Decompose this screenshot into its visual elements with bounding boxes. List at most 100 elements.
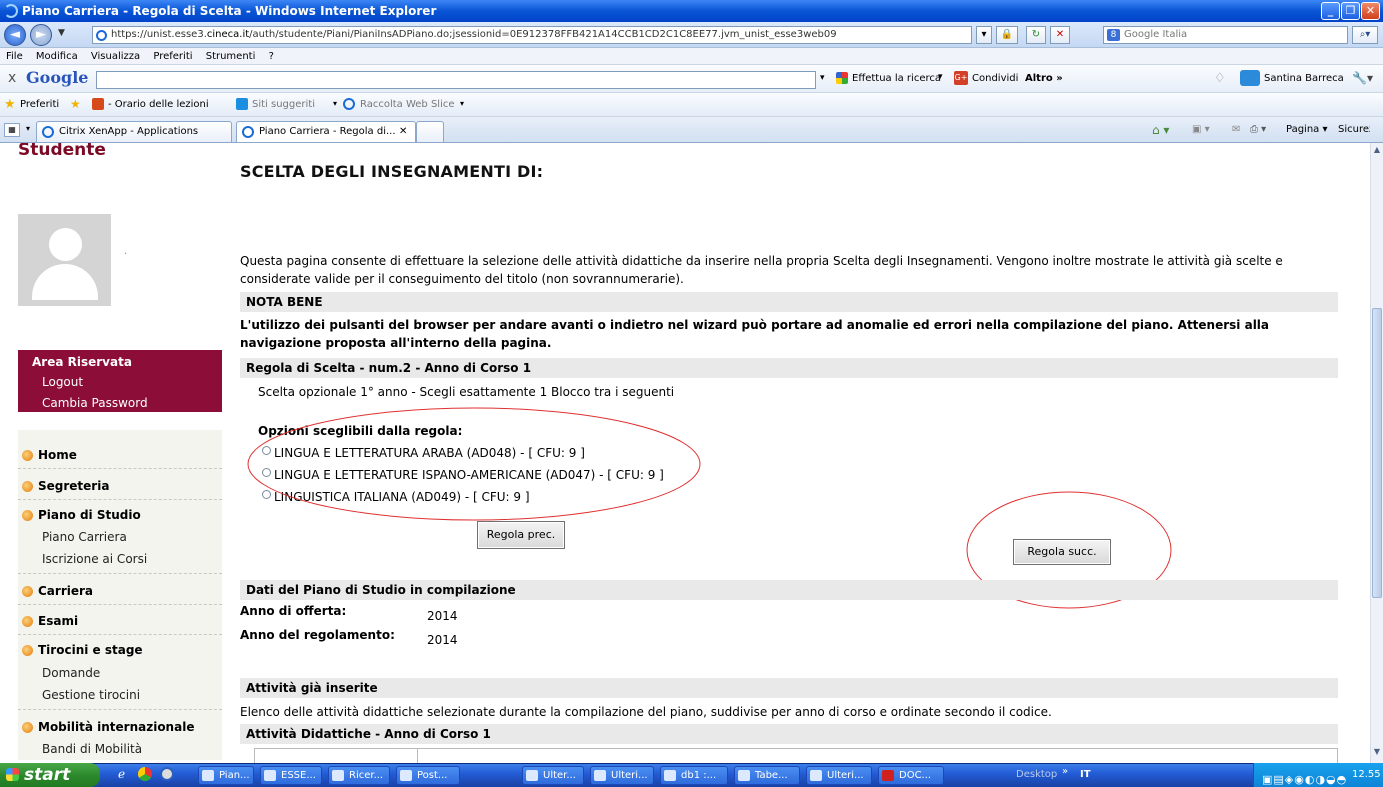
bell-icon[interactable]: ♢ <box>1214 71 1226 86</box>
nav-esami[interactable]: Esami <box>18 614 78 628</box>
logout-link[interactable]: Logout <box>42 375 83 389</box>
favorite-siti-suggeriti[interactable]: Siti suggeriti <box>252 99 315 110</box>
menu-strumenti[interactable]: Strumenti <box>206 51 256 62</box>
close-button[interactable]: ✕ <box>1361 2 1380 20</box>
favorites-button[interactable]: Preferiti <box>20 99 59 110</box>
taskbar-item-ulteriori-3[interactable]: Ulteri... <box>806 766 872 785</box>
share-button[interactable]: Condividi <box>972 73 1018 84</box>
nav-iscrizione-corsi[interactable]: Iscrizione ai Corsi <box>42 552 147 566</box>
taskbar-item-piano[interactable]: Pian... <box>198 766 254 785</box>
nav-home[interactable]: Home <box>18 448 77 462</box>
google-search-input[interactable] <box>96 71 816 89</box>
page-menu[interactable]: Pagina ▾ <box>1286 121 1328 139</box>
nav-carriera[interactable]: Carriera <box>18 584 93 598</box>
security-menu[interactable]: Sicurezza ▾ <box>1338 121 1370 139</box>
search-web-dropdown-icon[interactable]: ▾ <box>938 72 943 82</box>
word-icon <box>810 770 822 781</box>
menu-preferiti[interactable]: Preferiti <box>153 51 192 62</box>
scroll-thumb[interactable] <box>1372 308 1382 598</box>
quick-launch-ie-icon[interactable]: ℯ <box>118 767 125 781</box>
web-slice-dropdown-icon[interactable]: ▾ <box>460 99 464 108</box>
ie-page-icon <box>242 126 254 138</box>
toolbar-expand-icon[interactable]: » <box>1062 766 1068 777</box>
forward-button[interactable]: ► <box>30 24 52 46</box>
maximize-button[interactable]: ❐ <box>1341 2 1360 20</box>
tab-piano-carriera[interactable]: Piano Carriera - Regola di... ✕ <box>236 121 416 142</box>
taskbar-item-ulteriori-2[interactable]: Ulteri... <box>590 766 654 785</box>
start-button[interactable]: start <box>0 763 100 787</box>
address-input[interactable]: https://unist.esse3.cineca.it/auth/stude… <box>92 26 972 44</box>
minimize-button[interactable]: _ <box>1321 2 1340 20</box>
print-icon[interactable]: ⎙ ▾ <box>1250 121 1266 139</box>
close-tab-icon[interactable]: ✕ <box>399 122 407 142</box>
prev-rule-button[interactable]: Regola prec. <box>477 521 565 549</box>
menu-file[interactable]: File <box>6 51 23 62</box>
user-name[interactable]: Santina Barreca <box>1264 73 1344 84</box>
search-dropdown-icon[interactable]: ▾ <box>820 73 825 83</box>
nav-gestione-tirocini[interactable]: Gestione tirocini <box>42 688 140 702</box>
feeds-icon[interactable]: ▣ ▾ <box>1192 121 1210 139</box>
stop-icon[interactable]: ✕ <box>1050 26 1070 44</box>
menu-visualizza[interactable]: Visualizza <box>91 51 140 62</box>
magnifier-icon[interactable]: ⌕▾ <box>1352 26 1378 44</box>
page-title: SCELTA DEGLI INSEGNAMENTI DI: <box>240 162 544 181</box>
taskbar-item-label: Pian... <box>219 770 250 781</box>
scroll-up-icon[interactable]: ▲ <box>1372 145 1382 157</box>
taskbar-item-ricerca[interactable]: Ricer... <box>328 766 390 785</box>
taskbar-item-tabelle[interactable]: Tabe... <box>734 766 800 785</box>
taskbar-item-posta[interactable]: Post... <box>396 766 460 785</box>
add-favorite-icon[interactable]: ★ <box>70 97 81 111</box>
address-dropdown-button[interactable]: ▾ <box>976 26 992 44</box>
vertical-scrollbar[interactable]: ▲ ▼ <box>1370 143 1383 763</box>
nav-piano-di-studio[interactable]: Piano di Studio <box>18 508 141 522</box>
refresh-icon[interactable]: ↻ <box>1026 26 1046 44</box>
change-password-link[interactable]: Cambia Password <box>42 396 148 410</box>
toolbar-close-button[interactable]: x <box>8 70 16 86</box>
desktop-toolbar[interactable]: Desktop <box>1016 769 1057 780</box>
taskbar-item-label: DOC... <box>899 770 932 781</box>
more-button[interactable]: Altro » <box>1025 73 1063 84</box>
ie-logo-icon <box>4 4 18 18</box>
start-label: start <box>24 765 71 785</box>
favorite-web-slice[interactable]: Raccolta Web Slice <box>360 99 455 110</box>
quick-launch-chrome-icon[interactable] <box>138 767 152 781</box>
search-input[interactable]: 8 Google Italia <box>1103 26 1348 44</box>
taskbar-item-doc[interactable]: DOC... <box>878 766 944 785</box>
taskbar-item-db1[interactable]: db1 :... <box>660 766 728 785</box>
google-search-button-icon <box>836 72 848 84</box>
new-tab-button[interactable] <box>416 121 444 142</box>
quick-tabs-icon[interactable]: ▦ <box>4 123 20 137</box>
nav-piano-carriera[interactable]: Piano Carriera <box>42 530 127 544</box>
tab-citrix[interactable]: Citrix XenApp - Applications <box>36 121 232 142</box>
nav-segreteria[interactable]: Segreteria <box>18 479 109 493</box>
lock-icon[interactable]: 🔒 <box>996 26 1018 44</box>
menu-modifica[interactable]: Modifica <box>36 51 78 62</box>
quick-launch-firefox-icon[interactable] <box>160 767 174 781</box>
database-icon <box>664 770 676 781</box>
taskbar-item-esse3[interactable]: ESSE... <box>260 766 322 785</box>
tray-icons[interactable]: ▣▤◈◉◐◑◒◓ <box>1262 768 1347 787</box>
home-icon[interactable]: ⌂ ▾ <box>1152 121 1169 139</box>
back-button[interactable]: ◄ <box>4 24 26 46</box>
search-web-button[interactable]: Effettua la ricerca <box>852 73 941 84</box>
menu-bar: File Modifica Visualizza Preferiti Strum… <box>0 48 1383 65</box>
siti-dropdown-icon[interactable]: ▾ <box>333 99 337 108</box>
nav-bandi-mobilita[interactable]: Bandi di Mobilità <box>42 742 142 756</box>
scroll-down-icon[interactable]: ▼ <box>1372 747 1382 759</box>
bullet-icon <box>22 481 33 492</box>
menu-help[interactable]: ? <box>269 51 274 62</box>
history-dropdown-icon[interactable]: ▼ <box>58 28 65 38</box>
nav-tirocini[interactable]: Tirocini e stage <box>18 643 143 657</box>
favorite-orario-lezioni[interactable]: - Orario delle lezioni <box>108 99 209 110</box>
anno-offerta-value: 2014 <box>427 609 458 623</box>
taskbar-item-ulteriori-1[interactable]: Ulter... <box>522 766 584 785</box>
language-indicator[interactable]: IT <box>1080 769 1091 780</box>
nav-domande[interactable]: Domande <box>42 666 100 680</box>
area-riservata-title: Area Riservata <box>32 355 132 369</box>
wrench-icon[interactable]: 🔧▾ <box>1352 71 1373 85</box>
nav-mobilita[interactable]: Mobilità internazionale <box>18 720 194 734</box>
tab-list-dropdown-icon[interactable]: ▾ <box>26 124 30 133</box>
bullet-icon <box>22 616 33 627</box>
citrix-icon <box>42 126 54 138</box>
mail-icon[interactable]: ✉ <box>1232 121 1240 139</box>
